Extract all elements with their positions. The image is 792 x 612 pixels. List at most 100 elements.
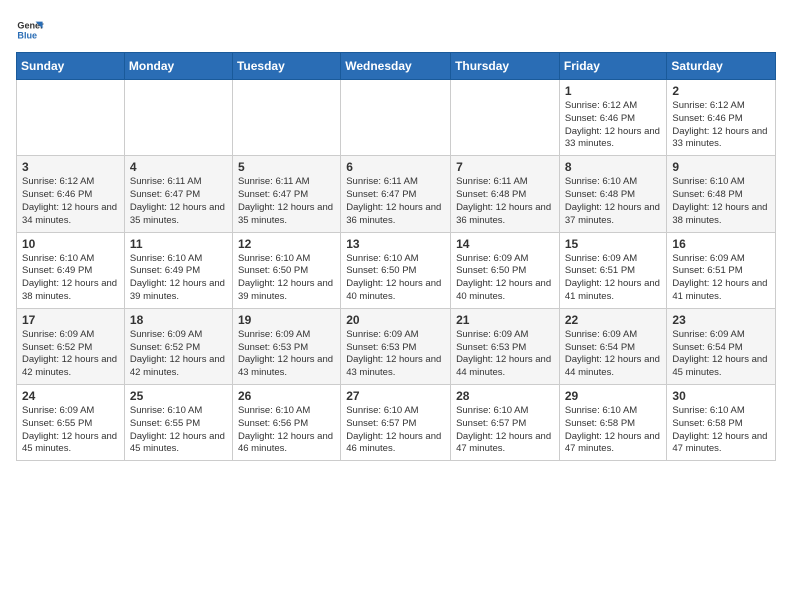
day-number: 17 [22, 313, 119, 327]
calendar-header-tuesday: Tuesday [232, 53, 340, 80]
logo: General Blue [16, 16, 48, 44]
day-number: 26 [238, 389, 335, 403]
day-number: 3 [22, 160, 119, 174]
cell-text: Sunrise: 6:10 AM Sunset: 6:50 PM Dayligh… [238, 253, 335, 304]
day-number: 4 [130, 160, 227, 174]
calendar-cell: 20 Sunrise: 6:09 AM Sunset: 6:53 PM Dayli… [341, 308, 451, 384]
cell-text: Sunrise: 6:09 AM Sunset: 6:51 PM Dayligh… [565, 253, 662, 304]
cell-text: Sunrise: 6:11 AM Sunset: 6:47 PM Dayligh… [238, 176, 335, 227]
cell-text: Sunrise: 6:09 AM Sunset: 6:53 PM Dayligh… [346, 329, 445, 380]
day-number: 8 [565, 160, 662, 174]
calendar-header-sunday: Sunday [17, 53, 125, 80]
cell-text: Sunrise: 6:10 AM Sunset: 6:55 PM Dayligh… [130, 405, 227, 456]
cell-text: Sunrise: 6:10 AM Sunset: 6:57 PM Dayligh… [346, 405, 445, 456]
cell-text: Sunrise: 6:09 AM Sunset: 6:53 PM Dayligh… [238, 329, 335, 380]
cell-text: Sunrise: 6:12 AM Sunset: 6:46 PM Dayligh… [22, 176, 119, 227]
calendar-cell: 26 Sunrise: 6:10 AM Sunset: 6:56 PM Dayli… [232, 385, 340, 461]
cell-text: Sunrise: 6:09 AM Sunset: 6:50 PM Dayligh… [456, 253, 554, 304]
cell-text: Sunrise: 6:10 AM Sunset: 6:48 PM Dayligh… [672, 176, 770, 227]
cell-text: Sunrise: 6:09 AM Sunset: 6:55 PM Dayligh… [22, 405, 119, 456]
calendar-cell: 28 Sunrise: 6:10 AM Sunset: 6:57 PM Dayli… [451, 385, 560, 461]
calendar-cell [232, 80, 340, 156]
calendar-header-saturday: Saturday [667, 53, 776, 80]
calendar-cell: 18 Sunrise: 6:09 AM Sunset: 6:52 PM Dayli… [124, 308, 232, 384]
day-number: 16 [672, 237, 770, 251]
day-number: 2 [672, 84, 770, 98]
cell-text: Sunrise: 6:10 AM Sunset: 6:50 PM Dayligh… [346, 253, 445, 304]
calendar-cell: 6 Sunrise: 6:11 AM Sunset: 6:47 PM Daylig… [341, 156, 451, 232]
cell-text: Sunrise: 6:11 AM Sunset: 6:47 PM Dayligh… [346, 176, 445, 227]
calendar-cell: 4 Sunrise: 6:11 AM Sunset: 6:47 PM Daylig… [124, 156, 232, 232]
day-number: 13 [346, 237, 445, 251]
cell-text: Sunrise: 6:09 AM Sunset: 6:54 PM Dayligh… [565, 329, 662, 380]
day-number: 28 [456, 389, 554, 403]
svg-text:Blue: Blue [17, 30, 37, 40]
calendar-cell: 10 Sunrise: 6:10 AM Sunset: 6:49 PM Dayli… [17, 232, 125, 308]
calendar-header-thursday: Thursday [451, 53, 560, 80]
day-number: 15 [565, 237, 662, 251]
day-number: 19 [238, 313, 335, 327]
day-number: 9 [672, 160, 770, 174]
calendar-cell: 30Sunrise: 6:10 AM Sunset: 6:58 PM Dayli… [667, 385, 776, 461]
day-number: 22 [565, 313, 662, 327]
day-number: 6 [346, 160, 445, 174]
day-number: 20 [346, 313, 445, 327]
cell-text: Sunrise: 6:10 AM Sunset: 6:56 PM Dayligh… [238, 405, 335, 456]
calendar-cell [341, 80, 451, 156]
cell-text: Sunrise: 6:12 AM Sunset: 6:46 PM Dayligh… [672, 100, 770, 151]
calendar-header-friday: Friday [559, 53, 667, 80]
calendar-cell: 27 Sunrise: 6:10 AM Sunset: 6:57 PM Dayli… [341, 385, 451, 461]
calendar-body: 1 Sunrise: 6:12 AM Sunset: 6:46 PM Daylig… [17, 80, 776, 461]
calendar-cell: 19 Sunrise: 6:09 AM Sunset: 6:53 PM Dayli… [232, 308, 340, 384]
day-number: 18 [130, 313, 227, 327]
calendar-cell [451, 80, 560, 156]
cell-text: Sunrise: 6:09 AM Sunset: 6:52 PM Dayligh… [22, 329, 119, 380]
calendar-cell: 21Sunrise: 6:09 AM Sunset: 6:53 PM Dayli… [451, 308, 560, 384]
calendar-cell: 2 Sunrise: 6:12 AM Sunset: 6:46 PM Daylig… [667, 80, 776, 156]
cell-text: Sunrise: 6:09 AM Sunset: 6:51 PM Dayligh… [672, 253, 770, 304]
day-number: 24 [22, 389, 119, 403]
calendar-cell: 11Sunrise: 6:10 AM Sunset: 6:49 PM Dayli… [124, 232, 232, 308]
cell-text: Sunrise: 6:09 AM Sunset: 6:54 PM Dayligh… [672, 329, 770, 380]
day-number: 21 [456, 313, 554, 327]
day-number: 11 [130, 237, 227, 251]
day-number: 14 [456, 237, 554, 251]
cell-text: Sunrise: 6:12 AM Sunset: 6:46 PM Dayligh… [565, 100, 662, 151]
calendar-cell: 22 Sunrise: 6:09 AM Sunset: 6:54 PM Dayli… [559, 308, 667, 384]
calendar-week-3: 10 Sunrise: 6:10 AM Sunset: 6:49 PM Dayli… [17, 232, 776, 308]
calendar-cell: 13 Sunrise: 6:10 AM Sunset: 6:50 PM Dayli… [341, 232, 451, 308]
day-number: 27 [346, 389, 445, 403]
day-number: 10 [22, 237, 119, 251]
day-number: 12 [238, 237, 335, 251]
calendar-cell: 5 Sunrise: 6:11 AM Sunset: 6:47 PM Daylig… [232, 156, 340, 232]
cell-text: Sunrise: 6:09 AM Sunset: 6:52 PM Dayligh… [130, 329, 227, 380]
day-number: 5 [238, 160, 335, 174]
calendar-cell [17, 80, 125, 156]
calendar-cell: 3 Sunrise: 6:12 AM Sunset: 6:46 PM Daylig… [17, 156, 125, 232]
calendar-cell: 17 Sunrise: 6:09 AM Sunset: 6:52 PM Dayli… [17, 308, 125, 384]
calendar-header-monday: Monday [124, 53, 232, 80]
calendar-cell: 23 Sunrise: 6:09 AM Sunset: 6:54 PM Dayli… [667, 308, 776, 384]
calendar-cell [124, 80, 232, 156]
calendar-cell: 16 Sunrise: 6:09 AM Sunset: 6:51 PM Dayli… [667, 232, 776, 308]
cell-text: Sunrise: 6:10 AM Sunset: 6:57 PM Dayligh… [456, 405, 554, 456]
day-number: 29 [565, 389, 662, 403]
day-number: 23 [672, 313, 770, 327]
calendar-cell: 29Sunrise: 6:10 AM Sunset: 6:58 PM Dayli… [559, 385, 667, 461]
calendar-cell: 1 Sunrise: 6:12 AM Sunset: 6:46 PM Daylig… [559, 80, 667, 156]
calendar-cell: 9 Sunrise: 6:10 AM Sunset: 6:48 PM Daylig… [667, 156, 776, 232]
calendar-cell: 24 Sunrise: 6:09 AM Sunset: 6:55 PM Dayli… [17, 385, 125, 461]
page-header: General Blue [16, 16, 776, 44]
calendar-week-4: 17 Sunrise: 6:09 AM Sunset: 6:52 PM Dayli… [17, 308, 776, 384]
cell-text: Sunrise: 6:10 AM Sunset: 6:49 PM Dayligh… [22, 253, 119, 304]
calendar-cell: 25 Sunrise: 6:10 AM Sunset: 6:55 PM Dayli… [124, 385, 232, 461]
day-number: 1 [565, 84, 662, 98]
cell-text: Sunrise: 6:11 AM Sunset: 6:48 PM Dayligh… [456, 176, 554, 227]
cell-text: Sunrise: 6:10 AM Sunset: 6:48 PM Dayligh… [565, 176, 662, 227]
cell-text: Sunrise: 6:11 AM Sunset: 6:47 PM Dayligh… [130, 176, 227, 227]
calendar-header-wednesday: Wednesday [341, 53, 451, 80]
day-number: 25 [130, 389, 227, 403]
calendar-cell: 7Sunrise: 6:11 AM Sunset: 6:48 PM Daylig… [451, 156, 560, 232]
logo-icon: General Blue [16, 16, 44, 44]
day-number: 30 [672, 389, 770, 403]
